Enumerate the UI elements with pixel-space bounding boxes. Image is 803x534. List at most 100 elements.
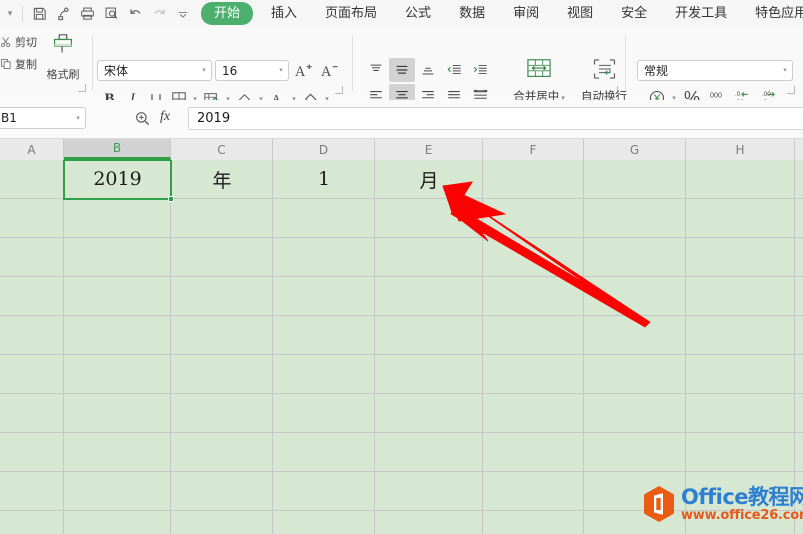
toolbar-divider (22, 5, 23, 22)
tab-security[interactable]: 安全 (611, 3, 657, 24)
name-box-dropdown-icon[interactable]: ▾ (71, 115, 85, 122)
column-header-d[interactable]: D (273, 139, 375, 160)
font-name-value: 宋体 (104, 64, 129, 78)
scissors-icon (0, 36, 13, 49)
format-painter-label: 格式刷 (46, 68, 80, 81)
spreadsheet-grid[interactable]: 2019 年 1 月 (0, 160, 803, 534)
ribbon-tabs: 开始 插入 页面布局 公式 数据 审阅 视图 安全 开发工具 特色应用 (201, 0, 803, 27)
increase-indent-icon[interactable] (467, 58, 493, 82)
print-icon[interactable] (75, 2, 99, 26)
column-header-h[interactable]: H (686, 139, 795, 160)
decrease-font-size-button[interactable]: A (318, 58, 340, 82)
increase-font-size-button[interactable]: A (292, 58, 314, 82)
office-logo-icon (642, 485, 676, 523)
column-header-c[interactable]: C (171, 139, 273, 160)
clipboard-dialog-launcher[interactable] (78, 84, 86, 92)
gridline-vertical (685, 160, 686, 534)
quick-access-left-chevron-icon[interactable]: ▾ (2, 3, 18, 25)
column-header-b[interactable]: B (64, 139, 171, 160)
alignment-row-vertical (363, 57, 493, 83)
svg-text:000: 000 (710, 90, 722, 99)
svg-text:A: A (294, 64, 305, 80)
merge-center-button[interactable]: 合并居中 ▾ (508, 57, 570, 104)
font-name-input[interactable]: 宋体 ▾ (97, 60, 212, 81)
svg-text:.00: .00 (761, 91, 770, 98)
column-header-g[interactable]: G (584, 139, 686, 160)
cut-button[interactable]: 剪切 (0, 31, 37, 53)
merge-cells-icon (524, 59, 554, 85)
tab-developer[interactable]: 开发工具 (665, 3, 737, 24)
copy-label: 复制 (15, 58, 37, 71)
gridline-vertical (794, 160, 795, 534)
gridline-horizontal (0, 276, 803, 277)
cut-label: 剪切 (15, 36, 37, 49)
zoom-search-icon[interactable] (131, 108, 153, 128)
tab-review[interactable]: 审阅 (503, 3, 549, 24)
tab-data[interactable]: 数据 (449, 3, 495, 24)
name-box[interactable]: B1 ▾ (0, 107, 86, 129)
font-size-dropdown-icon[interactable]: ▾ (274, 67, 288, 74)
formula-input[interactable]: 2019 (188, 107, 803, 130)
top-align-icon[interactable] (363, 58, 389, 82)
gridline-vertical (583, 160, 584, 534)
watermark-url: www.office26.com (681, 507, 803, 523)
cloud-share-icon[interactable] (51, 2, 75, 26)
font-name-dropdown-icon[interactable]: ▾ (197, 67, 211, 74)
tab-start[interactable]: 开始 (201, 2, 254, 25)
copy-icon (0, 58, 13, 71)
column-header-a[interactable]: A (0, 139, 64, 160)
clipboard-column: 剪切 复制 (0, 31, 37, 75)
cell-e1[interactable]: 月 (375, 160, 483, 198)
paint-brush-icon (48, 34, 78, 64)
quick-access-toolbar: ▾ (0, 0, 195, 27)
column-headers: A B C D E F G H (0, 139, 803, 161)
cell-d1[interactable]: 1 (273, 160, 375, 198)
cell-c1[interactable]: 年 (171, 160, 273, 198)
decrease-indent-icon[interactable] (441, 58, 467, 82)
watermark-text: Office教程网 www.office26.com (681, 486, 803, 523)
gridline-vertical (170, 160, 171, 534)
wrap-text-icon (590, 59, 619, 85)
gridline-horizontal (0, 198, 803, 199)
undo-icon[interactable] (123, 2, 147, 26)
ribbon-group-clipboard: 剪切 复制 格式刷 (0, 27, 92, 100)
svg-text:.0: .0 (734, 91, 740, 98)
tab-insert[interactable]: 插入 (261, 3, 307, 24)
gridline-vertical (482, 160, 483, 534)
tab-featured-apps[interactable]: 特色应用 (745, 3, 803, 24)
tab-page-layout[interactable]: 页面布局 (315, 3, 387, 24)
watermark-title: Office教程网 (681, 484, 803, 509)
wps-spreadsheet-window: ▾ 开始 插入 页面布局 公式 数据 审阅 视图 安全 开发工具 特色应用 剪切… (0, 0, 803, 534)
quick-access-more-chevron-icon[interactable] (171, 2, 195, 26)
gridline-vertical (63, 160, 64, 534)
cell-b1[interactable]: 2019 (64, 160, 171, 198)
format-painter-button[interactable]: 格式刷 (36, 32, 90, 82)
font-size-input[interactable]: 16 ▾ (215, 60, 289, 81)
gridline-horizontal (0, 393, 803, 394)
watermark: Office教程网 www.office26.com (642, 485, 803, 523)
font-dialog-launcher[interactable] (335, 86, 343, 94)
save-icon[interactable] (27, 2, 51, 26)
svg-text:A: A (320, 64, 331, 80)
number-format-dropdown-icon[interactable]: ▾ (778, 67, 792, 74)
ribbon: 剪切 复制 格式刷 宋体 ▾ 16 ▾ A A B I A 合并居中 ▾ 自动换… (0, 27, 803, 108)
gridline-vertical (374, 160, 375, 534)
tab-view[interactable]: 视图 (557, 3, 603, 24)
gridline-horizontal (0, 471, 803, 472)
number-format-select[interactable]: 常规 ▾ (637, 60, 793, 81)
redo-icon[interactable] (147, 2, 171, 26)
copy-button[interactable]: 复制 (0, 53, 37, 75)
middle-align-icon[interactable] (389, 58, 415, 82)
font-size-value: 16 (222, 63, 238, 78)
menu-bar: ▾ 开始 插入 页面布局 公式 数据 审阅 视图 安全 开发工具 特色应用 (0, 0, 803, 28)
tab-formulas[interactable]: 公式 (395, 3, 441, 24)
fill-handle[interactable] (168, 196, 174, 202)
gridline-horizontal (0, 354, 803, 355)
fx-label: fx (160, 109, 171, 124)
bottom-align-icon[interactable] (415, 58, 441, 82)
number-format-value: 常规 (644, 64, 669, 78)
print-preview-icon[interactable] (99, 2, 123, 26)
number-dialog-launcher[interactable] (787, 86, 795, 94)
column-header-f[interactable]: F (483, 139, 584, 160)
column-header-e[interactable]: E (375, 139, 483, 160)
